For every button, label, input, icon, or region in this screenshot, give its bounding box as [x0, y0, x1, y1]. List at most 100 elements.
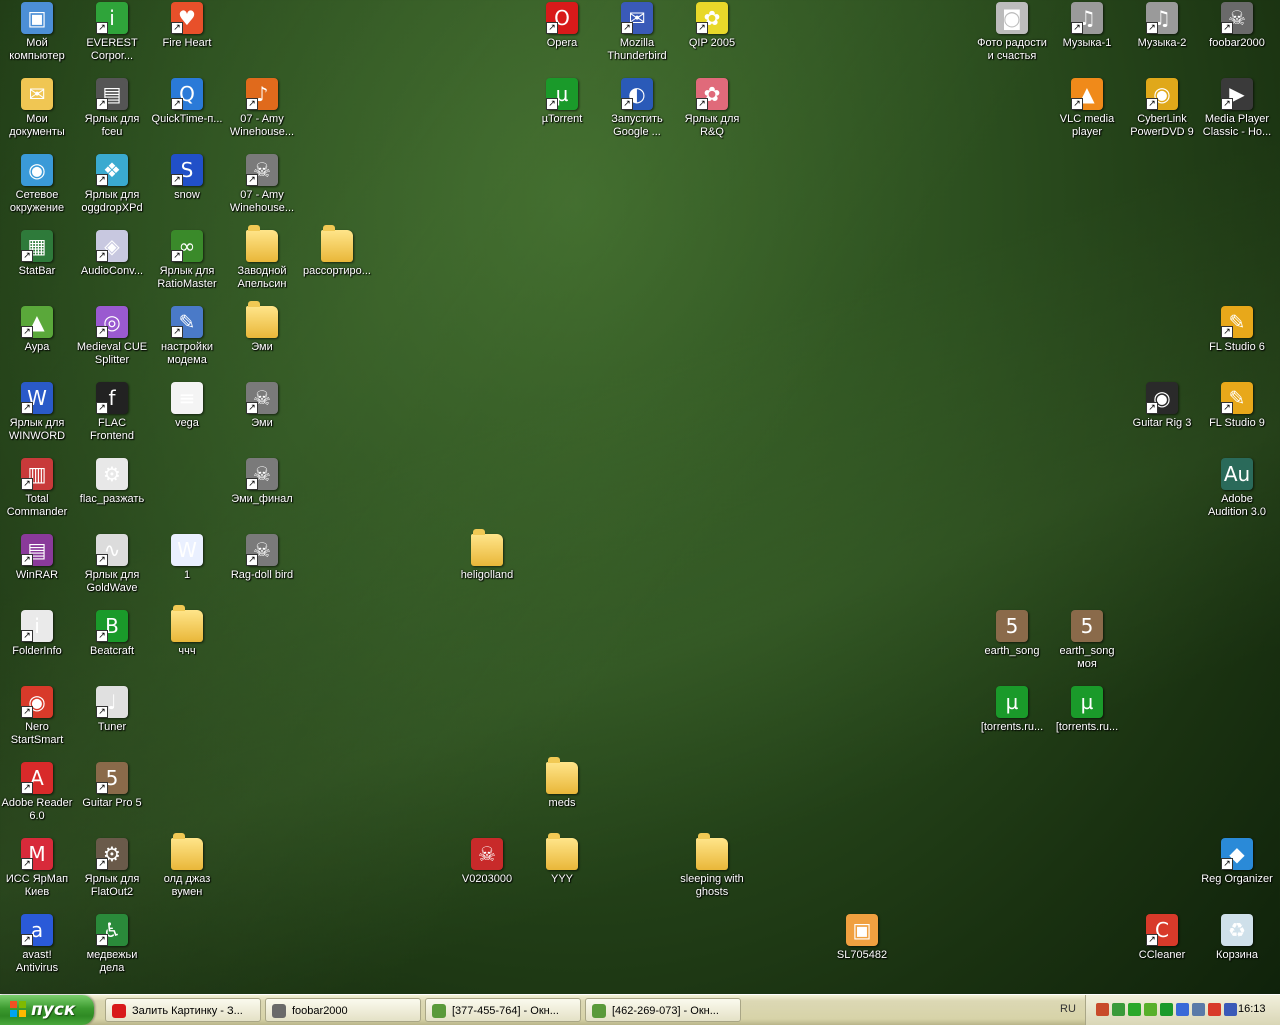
desktop-icon[interactable]: ▣ SL705482: [824, 912, 900, 988]
desktop-icon[interactable]: ☠ ↗ Эми: [224, 380, 300, 456]
tray-arrow-icon[interactable]: [1096, 1003, 1109, 1016]
tray-qip-icon[interactable]: [1144, 1003, 1157, 1016]
desktop-icon[interactable]: ♿ ↗ медвежьи дела: [74, 912, 150, 988]
desktop-icon[interactable]: ♻ Корзина: [1199, 912, 1275, 988]
desktop-icon[interactable]: ◎ ↗ Medieval CUE Splitter: [74, 304, 150, 380]
desktop-icon[interactable]: ≡ vega: [149, 380, 225, 456]
desktop-icon[interactable]: µ [torrents.ru...: [974, 684, 1050, 760]
desktop-icon[interactable]: ♥ ↗ Fire Heart: [149, 0, 225, 76]
taskbar-button[interactable]: [462-269-073] - Окн...: [585, 998, 741, 1022]
desktop-icon[interactable]: ✿ ↗ QIP 2005: [674, 0, 750, 76]
desktop-icon[interactable]: ◉ ↗ CyberLink PowerDVD 9: [1124, 76, 1200, 152]
desktop-icon[interactable]: f ↗ FLAC Frontend: [74, 380, 150, 456]
desktop-icon[interactable]: ▦ ↗ StatBar: [0, 228, 75, 304]
desktop-icon[interactable]: ☠ ↗ 07 - Amy Winehouse...: [224, 152, 300, 228]
tray-volume-icon[interactable]: [1192, 1003, 1205, 1016]
desktop-icon[interactable]: ✉ ↗ Mozilla Thunderbird: [599, 0, 675, 76]
desktop-icon[interactable]: meds: [524, 757, 600, 836]
desktop-icon[interactable]: ✎ ↗ настройки модема: [149, 304, 225, 380]
desktop-icon[interactable]: ◙ Фото радости и счастья: [974, 0, 1050, 76]
desktop-icon[interactable]: ◉ ↗ Nero StartSmart: [0, 684, 75, 760]
desktop-icon[interactable]: i ↗ EVEREST Corpor...: [74, 0, 150, 76]
desktop-icon[interactable]: ▤ ↗ WinRAR: [0, 532, 75, 608]
taskbar-button[interactable]: [377-455-764] - Окн...: [425, 998, 581, 1022]
desktop-icon[interactable]: ∞ ↗ Ярлык для RatioMaster: [149, 228, 225, 304]
desktop-icon[interactable]: ☠ V0203000: [449, 836, 525, 912]
tray-network-icon[interactable]: [1112, 1003, 1125, 1016]
desktop-icon[interactable]: ♫ ↗ Музыка-2: [1124, 0, 1200, 76]
desktop-icon[interactable]: Q ↗ QuickTime-п...: [149, 76, 225, 152]
desktop-icon[interactable]: ✉ Мои документы: [0, 76, 75, 152]
music-drive-icon: ♫ ↗: [1071, 2, 1103, 34]
desktop-icon-label: foobar2000: [1209, 37, 1265, 49]
desktop-icon[interactable]: ♩ ↗ Tuner: [74, 684, 150, 760]
windows-logo-icon: [10, 1001, 26, 1017]
desktop-icon[interactable]: Эми: [224, 301, 300, 380]
desktop-icon[interactable]: ☠ ↗ Rag-doll bird: [224, 532, 300, 608]
word-document-icon: W: [171, 534, 203, 566]
desktop-icon[interactable]: YYY: [524, 833, 600, 912]
desktop-icon[interactable]: A ↗ Adobe Reader 6.0: [0, 760, 75, 836]
desktop[interactable]: ▣ Мой компьютер i ↗ EVEREST Corpor... ♥ ↗ Fire …: [0, 0, 1280, 994]
desktop-icon[interactable]: ччч: [149, 605, 225, 684]
desktop-icon[interactable]: ◉ ↗ Guitar Rig 3: [1124, 380, 1200, 456]
desktop-icon[interactable]: ▣ Мой компьютер: [0, 0, 75, 76]
start-button[interactable]: пуск: [0, 995, 94, 1025]
taskbar-button[interactable]: Залить Картинку - З...: [105, 998, 261, 1022]
desktop-icon[interactable]: ⚙ ↗ Ярлык для FlatOut2: [74, 836, 150, 912]
desktop-icon[interactable]: i ↗ FolderInfo: [0, 608, 75, 684]
desktop-icon[interactable]: ▲ ↗ VLC media player: [1049, 76, 1125, 152]
desktop-icon[interactable]: Заводной Апельсин: [224, 225, 300, 304]
guitar-pro-icon: 5 ↗: [96, 762, 128, 794]
desktop-icon-label: FL Studio 6: [1209, 341, 1265, 353]
desktop-icon[interactable]: ∿ ↗ Ярлык для GoldWave: [74, 532, 150, 608]
desktop-icon[interactable]: олд джаз вумен: [149, 833, 225, 912]
desktop-icon[interactable]: ▶ ↗ Media Player Classic - Ho...: [1199, 76, 1275, 152]
desktop-icon[interactable]: ▤ ↗ Ярлык для fceu: [74, 76, 150, 152]
desktop-icon[interactable]: C ↗ CCleaner: [1124, 912, 1200, 988]
desktop-icon[interactable]: sleeping with ghosts: [674, 833, 750, 912]
desktop-icon[interactable]: ◐ ↗ Запустить Google ...: [599, 76, 675, 152]
desktop-icon[interactable]: ✎ ↗ FL Studio 6: [1199, 304, 1275, 380]
taskbar-button[interactable]: foobar2000: [265, 998, 421, 1022]
clock[interactable]: 16:13: [1238, 1003, 1266, 1015]
desktop-icon[interactable]: µ [torrents.ru...: [1049, 684, 1125, 760]
desktop-icon[interactable]: W ↗ Ярлык для WINWORD: [0, 380, 75, 456]
desktop-icon[interactable]: ✎ ↗ FL Studio 9: [1199, 380, 1275, 456]
desktop-icon[interactable]: ♪ ↗ 07 - Amy Winehouse...: [224, 76, 300, 152]
tray-clover-icon[interactable]: [1128, 1003, 1141, 1016]
language-indicator[interactable]: RU: [1060, 1003, 1076, 1015]
desktop-icon[interactable]: ◆ ↗ Reg Organizer: [1199, 836, 1275, 912]
desktop-icon[interactable]: ◈ ↗ AudioConv...: [74, 228, 150, 304]
desktop-icon[interactable]: O ↗ Opera: [524, 0, 600, 76]
desktop-icon[interactable]: heligolland: [449, 529, 525, 608]
tray-monitor-icon[interactable]: [1176, 1003, 1189, 1016]
tray-mail-icon[interactable]: [1224, 1003, 1237, 1016]
desktop-icon[interactable]: a ↗ avast! Antivirus: [0, 912, 75, 988]
desktop-icon[interactable]: рассортиро...: [299, 225, 375, 304]
desktop-icon-label: Medieval CUE Splitter: [76, 341, 148, 366]
desktop-icon[interactable]: B ↗ Beatcraft: [74, 608, 150, 684]
desktop-icon[interactable]: S ↗ snow: [149, 152, 225, 228]
shortcut-arrow-icon: ↗: [96, 554, 108, 566]
desktop-icon[interactable]: ♫ ↗ Музыка-1: [1049, 0, 1125, 76]
tray-utorrent-icon[interactable]: [1160, 1003, 1173, 1016]
desktop-icon[interactable]: Au Adobe Audition 3.0: [1199, 456, 1275, 532]
window-icon: [592, 1004, 606, 1018]
desktop-icon[interactable]: 5 earth_song моя: [1049, 608, 1125, 684]
desktop-icon[interactable]: W1: [149, 532, 225, 608]
desktop-icon[interactable]: ▥ ↗ Total Commander: [0, 456, 75, 532]
desktop-icon[interactable]: ⚙ flac_разжать: [74, 456, 150, 532]
desktop-icon[interactable]: ◉ Сетевое окружение: [0, 152, 75, 228]
tray-security-icon[interactable]: [1208, 1003, 1221, 1016]
desktop-icon[interactable]: 5 ↗ Guitar Pro 5: [74, 760, 150, 836]
desktop-icon[interactable]: 5 earth_song: [974, 608, 1050, 684]
desktop-icon[interactable]: M ↗ ИСС ЯрМап Киев: [0, 836, 75, 912]
desktop-icon[interactable]: ✿ ↗ Ярлык для R&Q: [674, 76, 750, 152]
desktop-icon[interactable]: µ ↗ µTorrent: [524, 76, 600, 152]
desktop-icon[interactable]: ❖ ↗ Ярлык для oggdropXPd: [74, 152, 150, 228]
desktop-icon[interactable]: ☠ ↗ Эми_финал: [224, 456, 300, 532]
desktop-icon[interactable]: ▲ ↗ Аура: [0, 304, 75, 380]
desktop-icon[interactable]: ☠ ↗ foobar2000: [1199, 0, 1275, 76]
wav-file-icon: ☠ ↗: [246, 534, 278, 566]
